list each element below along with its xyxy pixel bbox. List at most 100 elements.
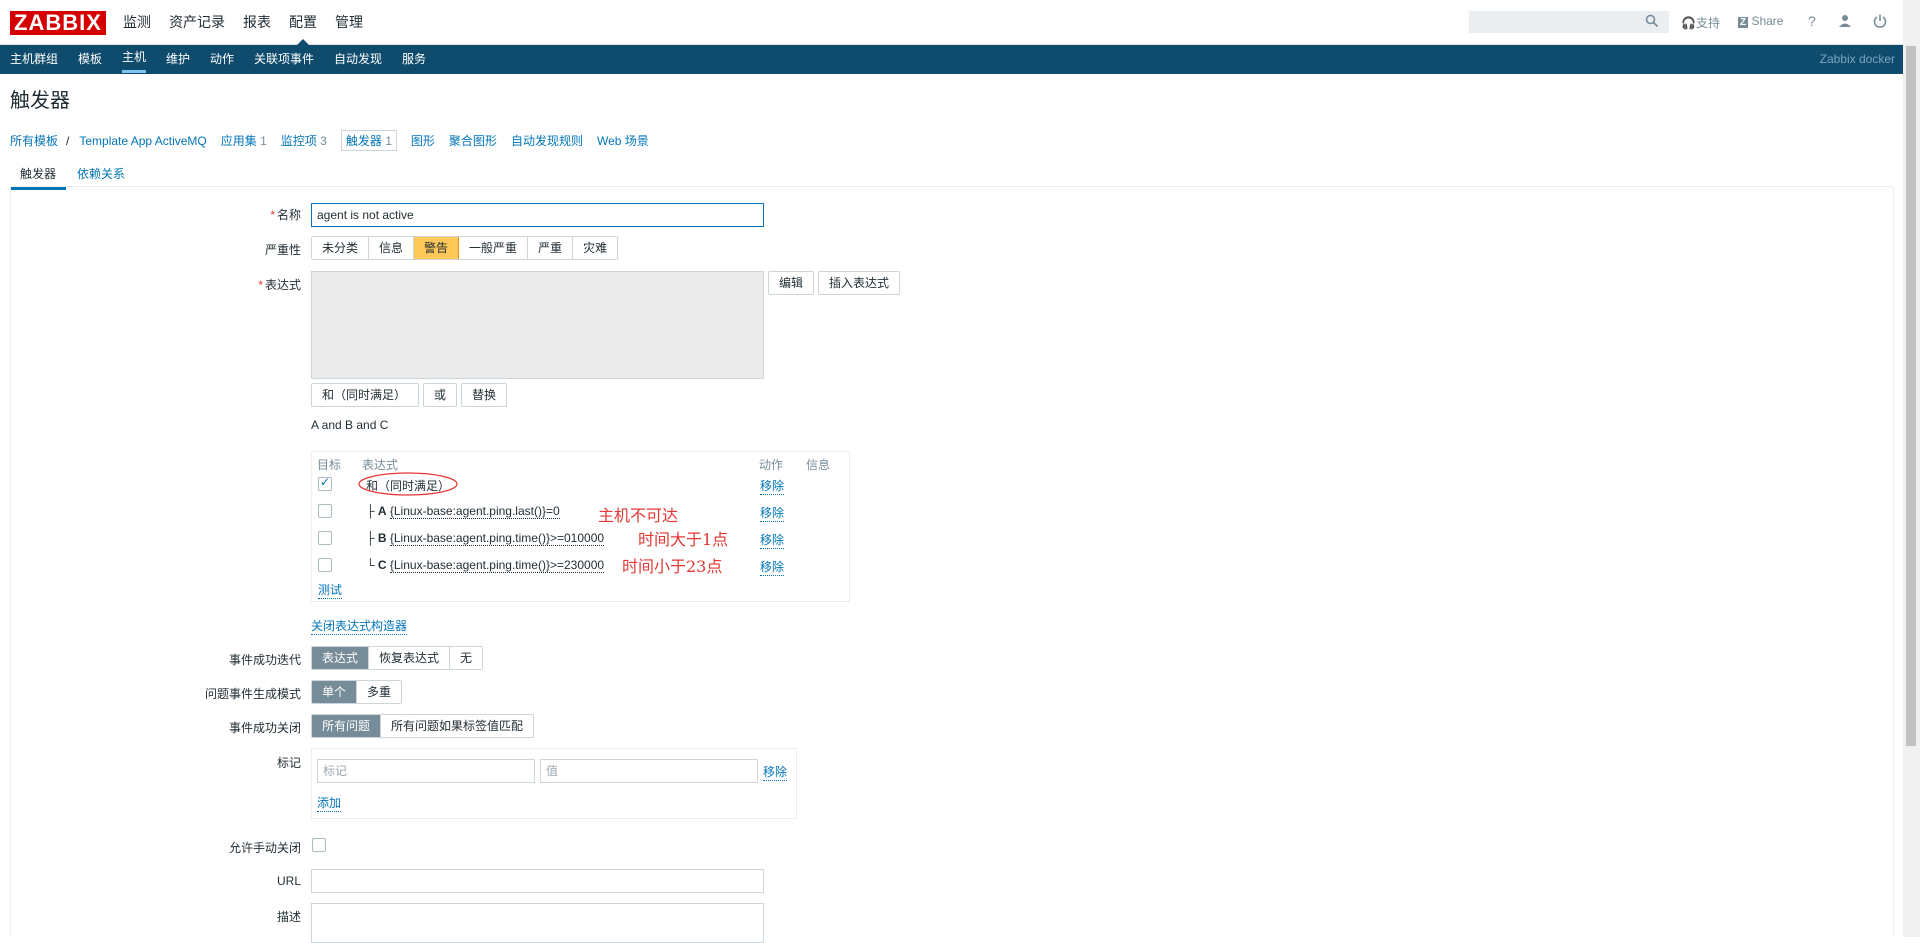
form-area	[10, 187, 1894, 937]
submenu-hosts[interactable]: 主机	[122, 45, 147, 73]
menu-inventory[interactable]: 资产记录	[160, 0, 234, 44]
gen-mode-multiple[interactable]: 多重	[357, 681, 402, 703]
annotation-host-unreachable: 主机不可达	[598, 506, 679, 525]
remove-link[interactable]: 移除	[760, 477, 785, 495]
submenu-services[interactable]: 服务	[402, 45, 426, 73]
breadcrumb-discovery-rules[interactable]: 自动发现规则	[511, 132, 583, 149]
menu-reports[interactable]: 报表	[234, 0, 280, 44]
ok-event-selector: 表达式 恢复表达式 无	[311, 646, 484, 670]
breadcrumb-web-scenarios[interactable]: Web 场景	[597, 132, 649, 149]
row-checkbox[interactable]	[318, 475, 332, 491]
severity-high[interactable]: 严重	[528, 237, 574, 259]
expression-row-c: └ C {Linux-base:agent.ping.time()}>=2300…	[366, 558, 605, 573]
expression-row-b: ├ B {Linux-base:agent.ping.time()}>=0100…	[366, 531, 605, 546]
description-label: 描述	[276, 910, 301, 924]
menu-administration[interactable]: 管理	[326, 0, 372, 44]
url-field[interactable]	[311, 869, 764, 893]
expression-textarea[interactable]	[311, 271, 764, 379]
menu-configuration[interactable]: 配置	[280, 0, 326, 45]
submenu-actions[interactable]: 动作	[210, 45, 234, 73]
or-button[interactable]: 或	[423, 383, 458, 407]
row-checkbox[interactable]	[318, 558, 332, 572]
tag-value-input[interactable]: 值	[540, 759, 758, 783]
breadcrumb-items[interactable]: 监控项 3	[281, 132, 327, 149]
annotation-after-1am: 时间大于1点	[638, 530, 729, 549]
row-checkbox[interactable]	[318, 504, 332, 518]
and-button[interactable]: 和（同时满足）	[311, 383, 419, 407]
menu-monitoring[interactable]: 监测	[114, 0, 160, 44]
share-link[interactable]: Z Share	[1738, 14, 1783, 28]
severity-average[interactable]: 一般严重	[459, 237, 529, 259]
tag-remove-link[interactable]: 移除	[763, 763, 788, 781]
remove-link[interactable]: 移除	[760, 558, 785, 576]
breadcrumb-applications[interactable]: 应用集 1	[221, 132, 267, 149]
user-profile-icon[interactable]	[1838, 14, 1852, 28]
name-field[interactable]: agent is not active	[311, 203, 764, 227]
severity-warning[interactable]: 警告	[414, 237, 460, 259]
column-header-action: 动作	[759, 458, 784, 472]
url-label: URL	[276, 874, 301, 888]
expression-row-a: ├ A {Linux-base:agent.ping.last()}=0	[366, 504, 560, 519]
severity-disaster[interactable]: 灾难	[573, 237, 618, 259]
ok-close-all-problems[interactable]: 所有问题	[312, 715, 382, 737]
gen-mode-single[interactable]: 单个	[312, 681, 358, 703]
annotation-before-23: 时间小于23点	[622, 557, 723, 576]
gen-mode-selector: 单个 多重	[311, 680, 403, 704]
instance-name: Zabbix docker	[1819, 52, 1895, 66]
support-link[interactable]: 🎧支持	[1681, 14, 1720, 31]
ok-event-none[interactable]: 无	[450, 647, 483, 669]
scrollbar-thumb[interactable]	[1906, 46, 1916, 746]
submenu-maintenance[interactable]: 维护	[166, 45, 190, 73]
close-expression-builder-link[interactable]: 关闭表达式构造器	[311, 617, 408, 635]
ok-close-tag-match[interactable]: 所有问题如果标签值匹配	[381, 715, 534, 737]
remove-link[interactable]: 移除	[760, 504, 785, 522]
submenu-correlation[interactable]: 关联项事件	[254, 45, 314, 73]
ok-event-label: 事件成功迭代	[228, 653, 301, 667]
page-title: 触发器	[10, 90, 70, 112]
gen-mode-label: 问题事件生成模式	[204, 687, 301, 701]
annotation-ellipse	[358, 472, 458, 496]
ok-close-selector: 所有问题 所有问题如果标签值匹配	[311, 714, 535, 738]
severity-not-classified[interactable]: 未分类	[312, 237, 370, 259]
tag-add-link[interactable]: 添加	[317, 794, 342, 812]
breadcrumb-all-templates[interactable]: 所有模板	[10, 132, 58, 149]
search-input[interactable]	[1469, 11, 1669, 33]
tag-name-input[interactable]: 标记	[317, 759, 535, 783]
insert-expression-button[interactable]: 插入表达式	[818, 271, 901, 295]
submenu-templates[interactable]: 模板	[78, 45, 102, 73]
edit-button[interactable]: 编辑	[768, 271, 815, 295]
remove-link[interactable]: 移除	[760, 531, 785, 549]
top-bar: ZABBIX 监测 资产记录 报表 配置 管理 🎧支持 Z Share ?	[0, 0, 1903, 45]
description-field[interactable]	[311, 903, 764, 943]
headset-icon: 🎧	[1681, 16, 1696, 30]
tab-bar: 触发器 依赖关系	[10, 158, 1892, 190]
row-checkbox[interactable]	[318, 531, 332, 545]
manual-close-checkbox[interactable]	[312, 838, 326, 852]
ok-close-label: 事件成功关闭	[228, 721, 301, 735]
name-label: * 名称	[270, 208, 301, 222]
expression-text: A and B and C	[311, 418, 389, 432]
zabbix-logo[interactable]: ZABBIX	[10, 11, 106, 35]
search-icon[interactable]	[1645, 14, 1659, 28]
breadcrumb-triggers[interactable]: 触发器 1	[340, 130, 397, 151]
manual-close-label: 允许手动关闭	[228, 841, 301, 855]
expression-label: * 表达式	[258, 278, 301, 292]
submenu-discovery[interactable]: 自动发现	[334, 45, 382, 73]
breadcrumb-graphs[interactable]: 图形	[411, 132, 435, 149]
ok-event-expression[interactable]: 表达式	[312, 647, 370, 669]
severity-selector: 未分类 信息 警告 一般严重 严重 灾难	[311, 236, 619, 260]
breadcrumb-template[interactable]: Template App ActiveMQ	[79, 134, 206, 148]
breadcrumb-screens[interactable]: 聚合图形	[449, 132, 497, 149]
test-link[interactable]: 测试	[318, 581, 343, 599]
severity-information[interactable]: 信息	[369, 237, 415, 259]
submenu-host-groups[interactable]: 主机群组	[10, 45, 58, 73]
page-scrollbar[interactable]	[1903, 0, 1920, 937]
replace-button[interactable]: 替换	[461, 383, 508, 407]
tab-dependencies[interactable]: 依赖关系	[77, 165, 125, 182]
main-menu: 监测 资产记录 报表 配置 管理	[114, 0, 372, 45]
help-icon[interactable]: ?	[1808, 13, 1816, 29]
sign-out-icon[interactable]	[1873, 14, 1887, 28]
ok-event-recovery-expression[interactable]: 恢复表达式	[369, 647, 451, 669]
breadcrumb: 所有模板 / Template App ActiveMQ 应用集 1 监控项 3…	[10, 130, 663, 151]
severity-label: 严重性	[264, 243, 301, 257]
